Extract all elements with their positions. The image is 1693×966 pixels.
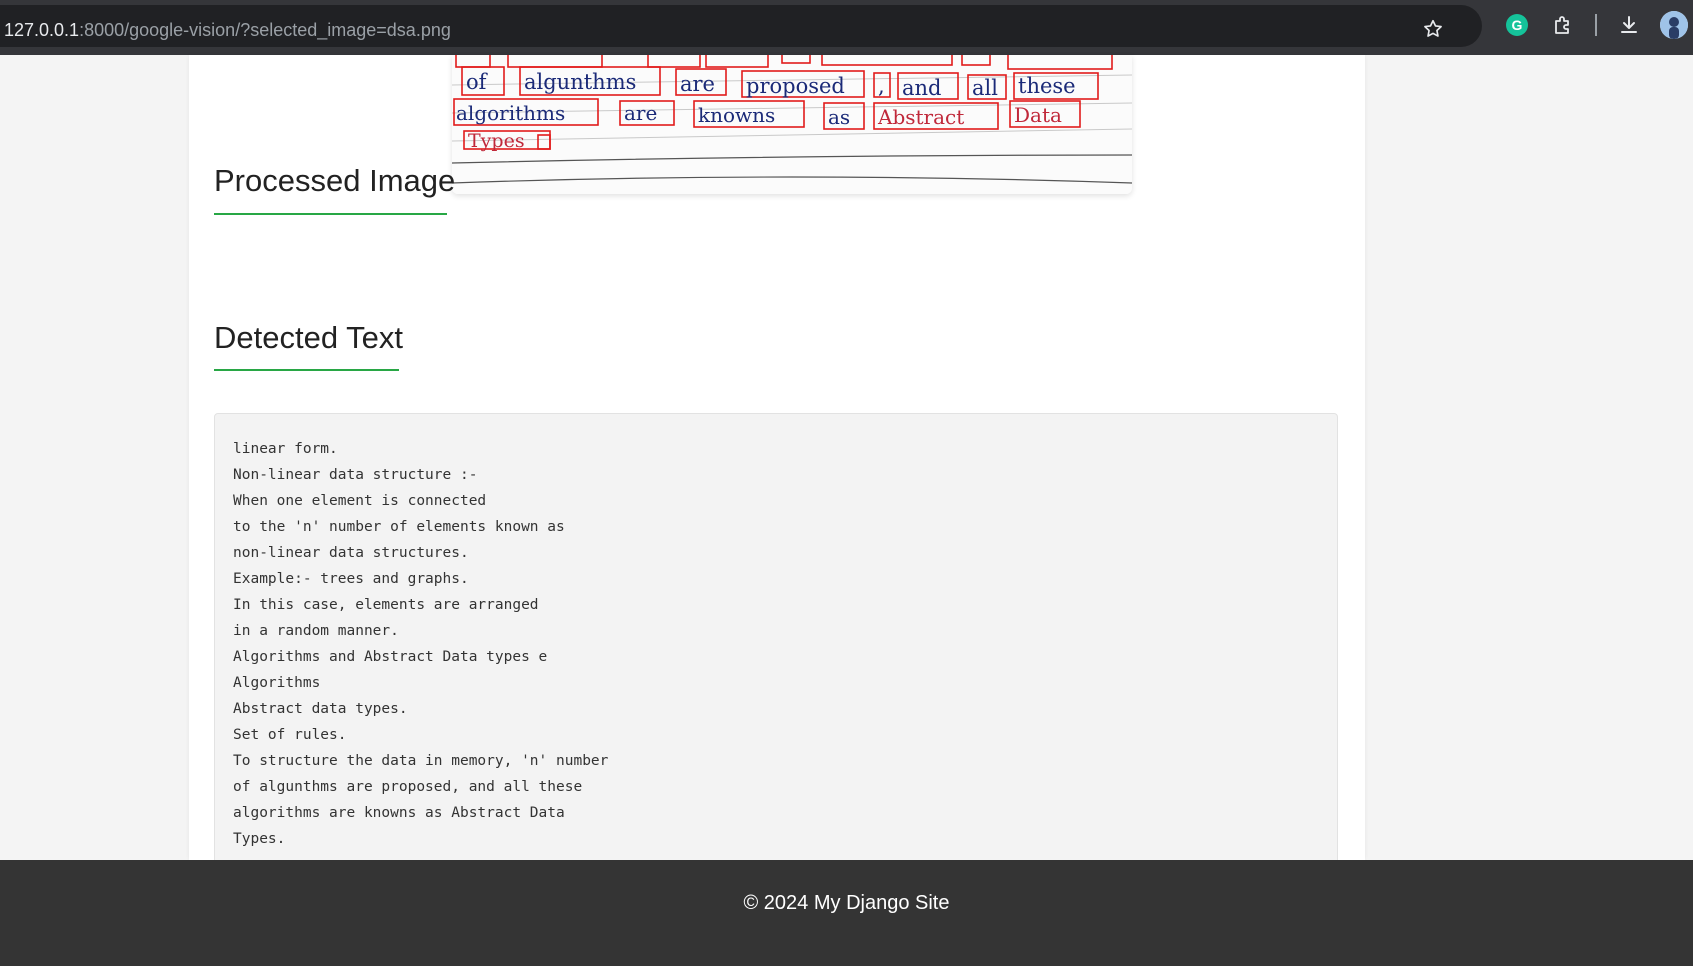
bookmark-star-icon[interactable] <box>1422 18 1444 40</box>
detected-line: To structure the data in memory, 'n' num… <box>233 753 609 769</box>
hw-word: and <box>902 76 942 100</box>
hw-word: are <box>680 72 715 96</box>
detected-line: of algunthms are proposed, and all these <box>233 779 583 795</box>
detected-line: When one element is connected <box>233 493 487 509</box>
detected-line: to the 'n' number of elements known as <box>233 519 565 535</box>
site-footer: © 2024 My Django Site <box>0 860 1693 966</box>
hw-word: these <box>1018 74 1076 98</box>
hw-word: proposed <box>746 74 845 98</box>
handwriting-image: of algunthms are proposed , and all thes… <box>452 55 1132 194</box>
detected-line: linear form. <box>233 441 338 457</box>
detected-text-underline <box>214 369 399 371</box>
download-icon[interactable] <box>1616 12 1642 38</box>
address-bar[interactable]: 127.0.0.1:8000/google-vision/?selected_i… <box>0 5 1482 47</box>
svg-text:G: G <box>1512 17 1523 33</box>
url-host: 127.0.0.1 <box>4 20 80 40</box>
profile-avatar-icon[interactable] <box>1660 11 1688 39</box>
detected-line: Algorithms <box>233 675 321 691</box>
hw-word: Data <box>1014 103 1062 127</box>
processed-image-heading: Processed Image <box>214 163 456 198</box>
grammarly-extension-icon[interactable]: G <box>1504 12 1530 38</box>
extensions-puzzle-icon[interactable] <box>1550 12 1576 38</box>
hw-word: algunthms <box>524 70 636 94</box>
hw-word: of <box>466 70 489 94</box>
detected-text-box: linear form. Non-linear data structure :… <box>214 413 1338 873</box>
detected-line: Types. <box>233 831 286 847</box>
detected-line: In this case, elements are arranged <box>233 597 539 613</box>
hw-word: are <box>624 101 657 125</box>
hw-word: Abstract <box>877 105 964 129</box>
url-path: :8000/google-vision/?selected_image=dsa.… <box>79 20 451 40</box>
hw-word: algorithms <box>456 101 565 125</box>
browser-toolbar: 127.0.0.1:8000/google-vision/?selected_i… <box>0 0 1693 55</box>
detected-text-heading: Detected Text <box>214 320 403 355</box>
processed-image-underline <box>214 213 447 215</box>
processed-image: of algunthms are proposed , and all thes… <box>452 55 1132 194</box>
hw-word: , <box>878 74 885 98</box>
detected-line: in a random manner. <box>233 623 399 639</box>
detected-line: Example:- trees and graphs. <box>233 571 469 587</box>
detected-line: Abstract data types. <box>233 701 408 717</box>
detected-line: non-linear data structures. <box>233 545 469 561</box>
hw-word: knowns <box>698 103 775 127</box>
hw-word: all <box>972 76 998 100</box>
hw-word: Types <box>468 130 525 152</box>
detected-text-content: linear form. Non-linear data structure :… <box>215 414 1337 874</box>
detected-line: Algorithms and Abstract Data types e <box>233 649 548 665</box>
toolbar-divider <box>1595 14 1597 36</box>
detected-line: Set of rules. <box>233 727 347 743</box>
url-text[interactable]: 127.0.0.1:8000/google-vision/?selected_i… <box>4 20 451 41</box>
detected-line: algorithms are knowns as Abstract Data <box>233 805 565 821</box>
detected-line: Non-linear data structure :- <box>233 467 478 483</box>
footer-copyright: © 2024 My Django Site <box>743 891 950 914</box>
hw-word: as <box>828 105 850 129</box>
